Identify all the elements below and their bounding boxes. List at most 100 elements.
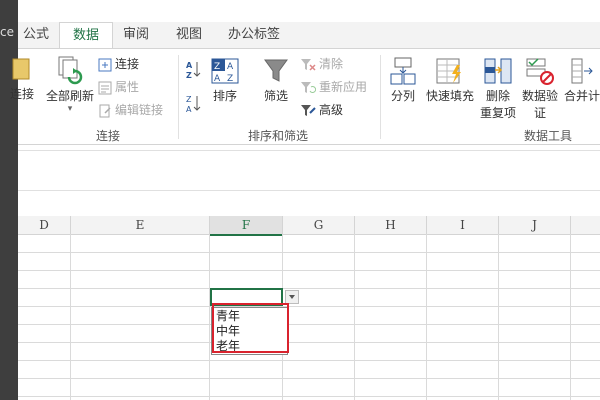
- ribbon-tab-row: 公式 数据 审阅 视图 办公标签: [18, 22, 600, 50]
- remove-duplicates-button[interactable]: 删除 重复项: [480, 57, 516, 121]
- remove-duplicates-label-line2: 重复项: [480, 106, 517, 120]
- text-to-columns-icon: [390, 57, 416, 85]
- flash-fill-icon: [436, 58, 461, 84]
- grid-line: [18, 360, 600, 361]
- tab-review[interactable]: 审阅: [115, 22, 157, 48]
- clear-filter-label: 清除: [319, 57, 344, 71]
- clear-filter-button[interactable]: 清除: [300, 55, 343, 73]
- data-tools-group-label: 数据工具: [523, 129, 572, 143]
- tab-data[interactable]: 数据: [59, 22, 113, 50]
- group-divider: [178, 55, 179, 139]
- text-to-columns-label: 分列: [390, 89, 415, 103]
- column-header-g[interactable]: G: [283, 216, 355, 235]
- grid-line: [18, 342, 600, 343]
- reapply-label: 重新应用: [319, 80, 368, 94]
- edit-links-icon: [99, 104, 111, 117]
- column-header-d[interactable]: D: [18, 216, 71, 235]
- window-edge-text: ce: [0, 25, 14, 39]
- grid-line: [498, 234, 499, 400]
- chevron-down-icon: ▾: [67, 104, 73, 114]
- grid-line: [209, 234, 210, 400]
- consolidate-icon: [571, 58, 593, 84]
- svg-text:A: A: [186, 61, 193, 70]
- properties-icon: [98, 81, 112, 94]
- refresh-all-button[interactable]: 全部刷新 ▾: [44, 55, 96, 114]
- sort-z-to-a-icon: Z A: [186, 95, 201, 113]
- column-header-e[interactable]: E: [71, 216, 210, 235]
- flash-fill-label: 快速填充: [425, 89, 474, 103]
- sort-a-to-z-icon: A Z: [186, 61, 201, 79]
- advanced-filter-label: 高级: [319, 103, 344, 117]
- advanced-filter-icon: [301, 104, 316, 116]
- column-header-j[interactable]: J: [499, 216, 571, 235]
- sort-filter-group-label: 排序和筛选: [247, 129, 308, 143]
- edit-links-button[interactable]: 编辑链接: [98, 101, 163, 119]
- svg-text:A: A: [186, 105, 192, 113]
- connections-group-label: 连接: [95, 129, 120, 143]
- sort-button[interactable]: Z A A Z 排序: [206, 57, 244, 104]
- grid-line: [354, 234, 355, 400]
- column-header-i[interactable]: I: [427, 216, 499, 235]
- data-validation-label-line2: 证: [533, 106, 546, 120]
- edit-links-label: 编辑链接: [115, 103, 164, 117]
- formula-bar-divider: [18, 150, 600, 151]
- dropdown-arrow-button[interactable]: [285, 290, 299, 304]
- data-validation-icon: [526, 58, 554, 85]
- text-to-columns-button[interactable]: 分列: [386, 57, 420, 104]
- connections-label: 连接: [115, 57, 140, 71]
- advanced-filter-button[interactable]: 高级: [300, 101, 343, 119]
- reapply-button[interactable]: 重新应用: [300, 78, 367, 96]
- data-validation-button[interactable]: 数据验 证: [520, 57, 560, 121]
- grid-line: [570, 234, 571, 400]
- sort-dialog-icon: Z A A Z: [211, 58, 239, 84]
- data-validation-label-line1: 数据验: [521, 89, 558, 103]
- grid-line: [18, 378, 600, 379]
- column-header-k[interactable]: [571, 216, 600, 235]
- highlight-annotation-box: [212, 303, 289, 353]
- svg-text:Z: Z: [186, 95, 192, 104]
- consolidate-label: 合并计: [563, 89, 600, 103]
- sort-descending-button[interactable]: Z A: [185, 93, 204, 113]
- connections-icon: [98, 58, 112, 71]
- properties-button[interactable]: 属性: [98, 78, 139, 96]
- grid-line: [18, 324, 600, 325]
- sort-ascending-button[interactable]: A Z: [185, 59, 204, 79]
- get-external-data-button[interactable]: 连接: [8, 55, 36, 102]
- grid-line: [18, 396, 600, 397]
- refresh-all-icon: [58, 56, 83, 85]
- svg-text:Z: Z: [186, 71, 192, 79]
- clear-filter-icon: [301, 58, 316, 71]
- connections-button[interactable]: 连接: [98, 55, 139, 73]
- ribbon: 连接 全部刷新 ▾ 连接 属性 编辑链接 连接 A Z Z A Z A A Z …: [10, 48, 600, 145]
- svg-text:Z: Z: [227, 74, 233, 84]
- grid-line: [426, 234, 427, 400]
- filter-label: 筛选: [263, 89, 288, 103]
- column-header-h[interactable]: H: [355, 216, 427, 235]
- consolidate-button[interactable]: 合并计: [560, 57, 600, 104]
- tab-view[interactable]: 视图: [168, 22, 210, 48]
- tab-formulas[interactable]: 公式: [18, 22, 54, 48]
- svg-text:Z: Z: [214, 62, 220, 72]
- properties-label: 属性: [115, 80, 140, 94]
- grid-line: [18, 288, 600, 289]
- filter-button[interactable]: 筛选: [256, 57, 296, 104]
- svg-text:A: A: [214, 74, 221, 84]
- flash-fill-button[interactable]: 快速填充: [422, 57, 478, 104]
- get-external-data-label: 连接: [9, 87, 34, 101]
- reapply-icon: [301, 81, 316, 93]
- grid-line: [18, 306, 600, 307]
- chevron-down-icon: [289, 295, 295, 299]
- grid-line: [18, 252, 600, 253]
- remove-duplicates-label-line1: 删除: [485, 89, 510, 103]
- refresh-all-label: 全部刷新: [45, 89, 94, 103]
- svg-text:A: A: [227, 62, 234, 72]
- group-divider: [380, 55, 381, 139]
- column-header-f[interactable]: F: [210, 216, 283, 236]
- tab-office-tab[interactable]: 办公标签: [218, 22, 290, 48]
- sort-label: 排序: [212, 89, 237, 103]
- grid-line: [18, 270, 600, 271]
- grid-line: [70, 234, 71, 400]
- remove-duplicates-icon: [484, 58, 512, 84]
- formula-bar-divider: [18, 190, 600, 191]
- funnel-icon: [264, 59, 288, 82]
